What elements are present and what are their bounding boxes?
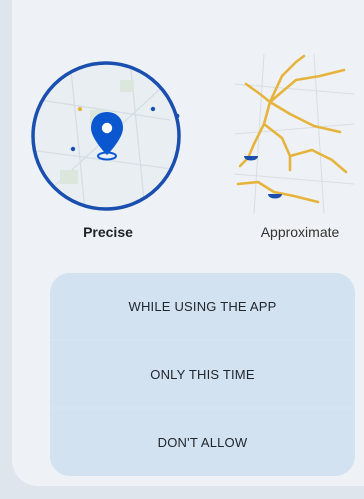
dont-allow-button[interactable]: DON'T ALLOW xyxy=(50,409,355,476)
permission-dialog: Precise Approximate WHILE USING THE APP … xyxy=(12,0,364,486)
approximate-option[interactable] xyxy=(234,54,354,214)
precise-map-icon xyxy=(31,61,181,211)
approximate-map-icon xyxy=(234,54,354,214)
while-using-app-button[interactable]: WHILE USING THE APP xyxy=(50,273,355,339)
precise-option[interactable] xyxy=(30,60,182,212)
permission-actions: WHILE USING THE APP ONLY THIS TIME DON'T… xyxy=(50,273,355,476)
precise-label: Precise xyxy=(83,224,133,240)
only-this-time-button[interactable]: ONLY THIS TIME xyxy=(50,341,355,407)
approximate-label: Approximate xyxy=(260,224,340,240)
